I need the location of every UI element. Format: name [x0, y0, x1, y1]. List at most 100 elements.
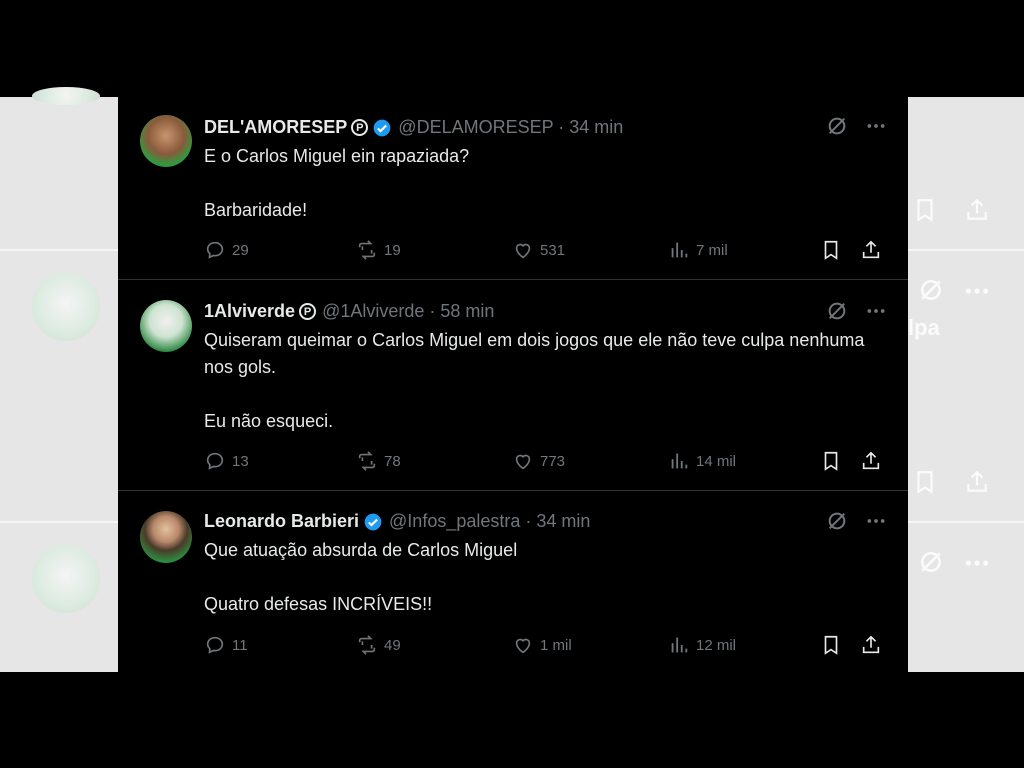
- share-icon: [862, 240, 880, 259]
- retweet-icon: [358, 451, 376, 471]
- views-count: 14 mil: [696, 452, 737, 470]
- tweet-actions: 11 49 1 mil 12 mil: [204, 633, 894, 657]
- verified-badge-icon: [373, 119, 391, 136]
- like-button[interactable]: 531: [512, 239, 565, 261]
- tweet-text: Quiseram queimar o Carlos Miguel em dois…: [204, 330, 865, 431]
- heart-icon: [515, 243, 531, 259]
- ghost-avatar: [32, 273, 100, 341]
- tweet-text: Que atuação absurda de Carlos Miguel Qua…: [204, 540, 518, 614]
- more-icon[interactable]: [866, 307, 886, 315]
- tweet-actions: 29 19 531 7 mil: [204, 238, 894, 262]
- share-icon: [862, 635, 880, 654]
- author-name[interactable]: 1Alviverde: [204, 301, 295, 322]
- more-icon[interactable]: [866, 122, 886, 130]
- tweet[interactable]: Leonardo Barbieri @Infos_palestra · 34 m…: [118, 490, 908, 672]
- share-button[interactable]: [860, 634, 882, 656]
- p-badge-icon: P: [351, 119, 369, 136]
- verified-badge-icon: [364, 513, 382, 530]
- retweet-count: 78: [384, 452, 401, 470]
- bookmark-icon: [824, 240, 838, 260]
- reply-button[interactable]: 29: [204, 239, 249, 261]
- heart-icon: [515, 454, 531, 470]
- views-count: 12 mil: [696, 636, 737, 654]
- bookmark-button[interactable]: [820, 634, 842, 656]
- heart-icon: [515, 638, 531, 654]
- tweet-text: E o Carlos Miguel ein rapaziada? Barbari…: [204, 146, 470, 220]
- views-button[interactable]: 7 mil: [668, 239, 728, 261]
- like-count: 531: [540, 241, 566, 259]
- share-button[interactable]: [860, 450, 882, 472]
- share-button[interactable]: [860, 239, 882, 261]
- bookmark-button[interactable]: [820, 239, 842, 261]
- retweet-icon: [358, 240, 376, 260]
- more-icon: [965, 288, 989, 294]
- more-icon[interactable]: [866, 517, 886, 525]
- reply-icon: [206, 452, 224, 470]
- reply-count: 13: [232, 452, 249, 470]
- views-icon: [671, 453, 688, 469]
- reply-button[interactable]: 13: [204, 450, 249, 472]
- ghost-text: lpa: [908, 315, 940, 340]
- divider: [0, 521, 118, 523]
- grok-icon[interactable]: [826, 115, 848, 137]
- retweet-button[interactable]: 19: [356, 239, 401, 261]
- bookmark-icon: [824, 451, 838, 471]
- ghost-avatar: [32, 87, 100, 105]
- divider: [908, 521, 1024, 523]
- like-count: 1 mil: [540, 636, 572, 654]
- grok-icon: [921, 552, 941, 572]
- share-icon: [967, 470, 987, 492]
- tweet-top-actions: [826, 300, 886, 322]
- views-button[interactable]: 12 mil: [668, 634, 736, 656]
- tweet-top-actions: [826, 510, 886, 532]
- tweet[interactable]: 1Alviverde P @1Alviverde · 58 min Quiser…: [118, 279, 908, 491]
- handle-time[interactable]: @Infos_palestra · 34 min: [389, 511, 590, 532]
- tweet-header: 1Alviverde P @1Alviverde · 58 min: [204, 301, 494, 322]
- reply-count: 11: [232, 636, 248, 654]
- avatar-photo[interactable]: [140, 115, 192, 167]
- like-count: 773: [540, 452, 566, 470]
- background-left-panel: [0, 87, 118, 672]
- retweet-button[interactable]: 78: [356, 450, 401, 472]
- tweet-header: Leonardo Barbieri @Infos_palestra · 34 m…: [204, 511, 590, 532]
- views-button[interactable]: 14 mil: [668, 450, 736, 472]
- background-right-panel: lpa: [908, 97, 1024, 672]
- more-icon: [965, 560, 989, 566]
- author-name[interactable]: Leonardo Barbieri: [204, 511, 359, 532]
- share-icon: [967, 198, 987, 220]
- grok-icon[interactable]: [826, 510, 848, 532]
- ghost-avatar: [32, 545, 100, 613]
- retweet-count: 49: [384, 636, 401, 654]
- avatar-photo[interactable]: [140, 300, 192, 352]
- bookmark-icon: [917, 199, 933, 222]
- bookmark-icon: [824, 635, 838, 655]
- reply-icon: [206, 241, 224, 259]
- tweet-top-actions: [826, 115, 886, 137]
- p-badge-icon: P: [299, 303, 317, 320]
- bookmark-button[interactable]: [820, 450, 842, 472]
- grok-icon: [921, 280, 941, 300]
- retweet-icon: [358, 635, 376, 655]
- reply-button[interactable]: 11: [204, 634, 248, 656]
- handle-time[interactable]: @DELAMORESEP · 34 min: [398, 117, 623, 138]
- divider: [0, 249, 118, 251]
- like-button[interactable]: 1 mil: [512, 634, 572, 656]
- share-icon: [862, 451, 880, 470]
- bookmark-icon: [917, 471, 933, 494]
- handle-time[interactable]: @1Alviverde · 58 min: [322, 301, 494, 322]
- avatar-photo[interactable]: [140, 511, 192, 563]
- views-count: 7 mil: [696, 241, 728, 259]
- tweet-header: DEL'AMORESEP P @DELAMORESEP · 34 min: [204, 117, 623, 138]
- views-icon: [671, 637, 688, 653]
- tweet-timeline: DEL'AMORESEP P @DELAMORESEP · 34 min E o…: [118, 97, 908, 672]
- grok-icon[interactable]: [826, 300, 848, 322]
- tweet[interactable]: DEL'AMORESEP P @DELAMORESEP · 34 min E o…: [118, 97, 908, 279]
- tweet-actions: 13 78 773 14 mil: [204, 449, 894, 473]
- like-button[interactable]: 773: [512, 450, 565, 472]
- reply-count: 29: [232, 241, 249, 259]
- views-icon: [671, 242, 688, 258]
- retweet-button[interactable]: 49: [356, 634, 401, 656]
- author-name[interactable]: DEL'AMORESEP: [204, 117, 347, 138]
- divider: [908, 249, 1024, 251]
- retweet-count: 19: [384, 241, 401, 259]
